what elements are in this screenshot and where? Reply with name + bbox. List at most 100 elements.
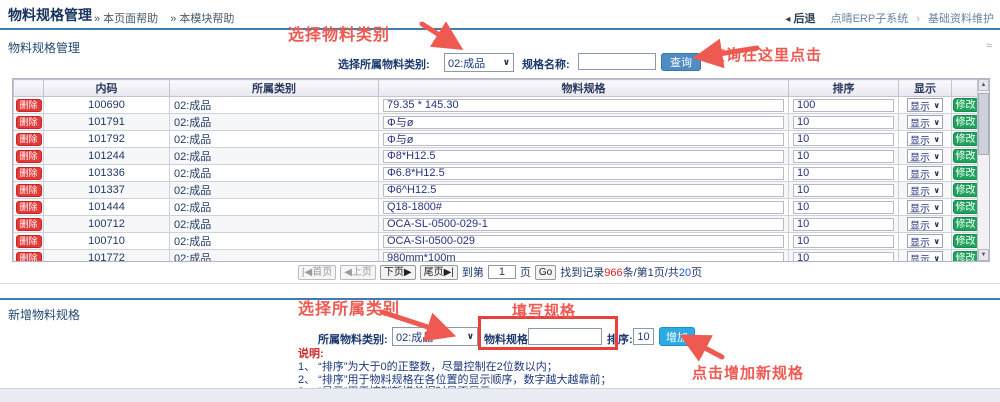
sort-input[interactable] <box>793 116 894 129</box>
sort-input[interactable] <box>793 184 894 197</box>
row-category: 02:成品 <box>170 165 379 182</box>
table-header-row: 内码 所属类别 物料规格 排序 显示 <box>14 80 980 97</box>
display-select[interactable]: 显示∨ <box>907 217 943 231</box>
annotation-click-add: 点击增加新规格 <box>692 362 804 383</box>
record-summary: 找到记录966条/第1页/共20页 <box>560 264 702 280</box>
delete-button[interactable]: 删除 <box>16 150 42 163</box>
chevron-down-icon: ∨ <box>934 254 941 263</box>
col-display: 显示 <box>899 80 952 97</box>
go-button[interactable]: Go <box>535 265 556 280</box>
modify-button[interactable]: 修改 <box>953 217 979 231</box>
section-title-manage: 物料规格管理 <box>8 39 80 56</box>
spec-input[interactable] <box>383 218 784 231</box>
table-scrollbar[interactable]: ▲ ▼ <box>977 79 989 261</box>
row-code: 101791 <box>44 114 170 131</box>
collapse-icon[interactable]: ≈ <box>986 40 992 52</box>
spec-input[interactable] <box>383 167 784 180</box>
delete-button[interactable]: 删除 <box>16 218 42 231</box>
display-select[interactable]: 显示∨ <box>907 166 943 180</box>
delete-button[interactable]: 删除 <box>16 184 42 197</box>
add-sort-input[interactable] <box>633 328 654 345</box>
modify-button[interactable]: 修改 <box>953 166 979 180</box>
delete-button[interactable]: 删除 <box>16 252 42 263</box>
display-value: 显示 <box>910 234 930 249</box>
display-value: 显示 <box>910 217 930 232</box>
spec-input[interactable] <box>383 184 784 197</box>
display-select[interactable]: 显示 ∨ <box>907 98 943 112</box>
chevron-down-icon: ∨ <box>934 135 941 144</box>
annotation-select-category-top: 选择物料类别 <box>288 21 390 45</box>
add-section-divider <box>0 298 1000 300</box>
spec-name-input[interactable] <box>578 53 656 70</box>
row-category: 02:成品 <box>170 97 379 114</box>
scroll-up-icon[interactable]: ▲ <box>978 79 989 91</box>
display-select[interactable]: 显示∨ <box>907 251 943 262</box>
sort-input[interactable] <box>793 167 894 180</box>
sort-input[interactable] <box>793 133 894 146</box>
sort-input[interactable] <box>793 235 894 248</box>
scroll-down-icon[interactable]: ▼ <box>978 249 989 261</box>
breadcrumb-base-data[interactable]: 基础资料维护 <box>928 13 994 25</box>
module-help-link[interactable]: » 本模块帮助 <box>170 13 234 25</box>
page-help-link[interactable]: » 本页面帮助 <box>94 13 158 25</box>
page-title: 物料规格管理 <box>8 5 92 25</box>
spec-input[interactable] <box>383 150 784 163</box>
add-button[interactable]: 增加 <box>659 327 695 346</box>
spec-input[interactable] <box>383 201 784 214</box>
delete-button[interactable]: 删除 <box>16 99 42 112</box>
sort-input[interactable] <box>793 150 894 163</box>
modify-button[interactable]: 修改 <box>953 200 979 214</box>
delete-button[interactable]: 删除 <box>16 235 42 248</box>
modify-button[interactable]: 修改 <box>953 98 979 112</box>
modify-button[interactable]: 修改 <box>953 251 979 262</box>
delete-button[interactable]: 删除 <box>16 133 42 146</box>
display-select[interactable]: 显示 ∨ <box>907 234 943 248</box>
sort-input[interactable] <box>793 252 894 263</box>
chevron-down-icon: ∨ <box>934 237 941 246</box>
first-page-button[interactable]: |◀首页 <box>298 265 336 280</box>
next-page-button[interactable]: 下页▶ <box>380 265 416 280</box>
delete-button[interactable]: 删除 <box>16 167 42 180</box>
modify-button[interactable]: 修改 <box>953 132 979 146</box>
back-button[interactable]: 后退 <box>794 13 816 25</box>
chevron-down-icon: ∨ <box>934 101 941 110</box>
help-links: » 本页面帮助 » 本模块帮助 <box>94 10 246 26</box>
add-spec-input[interactable] <box>528 328 602 345</box>
spec-input[interactable] <box>383 99 784 112</box>
modify-button[interactable]: 修改 <box>953 234 979 248</box>
display-select[interactable]: 显示∨ <box>907 132 943 146</box>
modify-button[interactable]: 修改 <box>953 183 979 197</box>
sort-input[interactable] <box>793 201 894 214</box>
scrollbar-thumb[interactable] <box>978 93 989 155</box>
prev-page-button[interactable]: ◀上页 <box>340 265 376 280</box>
display-select[interactable]: 显示∨ <box>907 183 943 197</box>
note-line: 1、 “排序”为大于0的正整数，尽量控制在2位数以内； <box>298 361 612 374</box>
spec-input[interactable] <box>383 252 784 263</box>
sort-input[interactable] <box>793 99 894 112</box>
spec-input[interactable] <box>383 116 784 129</box>
query-button[interactable]: 查询 <box>661 53 701 71</box>
sort-input[interactable] <box>793 218 894 231</box>
page-number-input[interactable] <box>488 265 516 279</box>
display-value: 显示 <box>910 98 930 113</box>
add-category-select[interactable]: 02:成品 ∨ <box>392 327 478 346</box>
breadcrumb-erp-system[interactable]: 点晴ERP子系统 <box>831 13 909 25</box>
breadcrumb: ◂ 后退 点晴ERP子系统 › 基础资料维护 <box>785 10 994 26</box>
delete-button[interactable]: 删除 <box>16 116 42 129</box>
chevron-down-icon: ∨ <box>934 186 941 195</box>
modify-button[interactable]: 修改 <box>953 115 979 129</box>
filter-category-value: 02:成品 <box>448 55 485 71</box>
page: 物料规格管理 » 本页面帮助 » 本模块帮助 ◂ 后退 点晴ERP子系统 › 基础… <box>0 0 1000 402</box>
row-code: 101792 <box>44 131 170 148</box>
filter-category-select[interactable]: 02:成品 ∨ <box>444 53 514 72</box>
display-select[interactable]: 显示∨ <box>907 149 943 163</box>
last-page-button[interactable]: 尾页▶| <box>420 265 458 280</box>
table-row: 删除 101337 02:成品 显示∨ 修改 <box>14 182 980 199</box>
spec-input[interactable] <box>383 133 784 146</box>
pagination: |◀首页 ◀上页 下页▶ 尾页▶| 到第 页 Go 找到记录966条/第1页/共… <box>0 263 1000 281</box>
spec-input[interactable] <box>383 235 784 248</box>
display-select[interactable]: 显示∨ <box>907 115 943 129</box>
modify-button[interactable]: 修改 <box>953 149 979 163</box>
display-select[interactable]: 显示∨ <box>907 200 943 214</box>
delete-button[interactable]: 删除 <box>16 201 42 214</box>
